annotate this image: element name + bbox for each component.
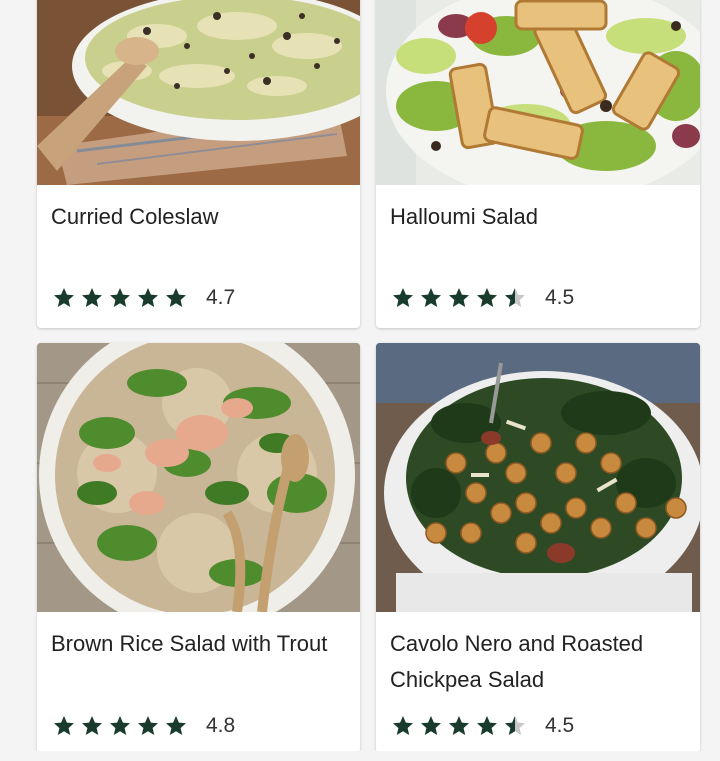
star-rating	[52, 286, 192, 310]
star-full-icon	[421, 716, 441, 735]
star-full-icon	[449, 288, 469, 307]
star-full-icon	[421, 288, 441, 307]
recipe-card-brown-rice-salad-with-trout[interactable]: Brown Rice Salad with Trout 4.8	[37, 343, 360, 753]
star-full-icon	[138, 716, 158, 735]
rating-value: 4.5	[545, 286, 575, 309]
star-full-icon	[138, 288, 158, 307]
rating-value: 4.5	[545, 714, 575, 737]
rating-value: 4.8	[206, 714, 236, 737]
star-full-icon	[82, 288, 102, 307]
star-rating	[391, 286, 531, 310]
rice-trout-salad-photo[interactable]	[37, 343, 360, 612]
star-full-icon	[393, 716, 413, 735]
star-full-icon	[477, 288, 497, 307]
star-half-icon	[505, 288, 525, 307]
star-full-icon	[82, 716, 102, 735]
rating-value: 4.7	[206, 286, 236, 309]
rating-row: 4.7	[52, 284, 235, 312]
star-full-icon	[477, 716, 497, 735]
recipe-card-halloumi-salad[interactable]: Halloumi Salad 4.5	[376, 0, 700, 328]
rating-row: 4.5	[391, 284, 574, 312]
recipe-title[interactable]: Curried Coleslaw	[51, 199, 346, 235]
star-full-icon	[54, 288, 74, 307]
star-full-icon	[166, 716, 186, 735]
rating-row: 4.8	[52, 712, 235, 740]
page-bottom-edge	[0, 751, 720, 761]
chickpea-kale-salad-photo[interactable]	[376, 343, 700, 612]
recipe-title[interactable]: Brown Rice Salad with Trout	[51, 626, 346, 662]
recipe-card-curried-coleslaw[interactable]: Curried Coleslaw 4.7	[37, 0, 360, 328]
recipe-card-cavolo-nero-chickpea-salad[interactable]: Cavolo Nero and Roasted Chickpea Salad 4…	[376, 343, 700, 753]
star-full-icon	[393, 288, 413, 307]
recipe-grid: Curried Coleslaw 4.7 Halloumi Salad 4.5 …	[0, 0, 720, 761]
star-full-icon	[166, 288, 186, 307]
star-full-icon	[449, 716, 469, 735]
star-half-icon	[505, 716, 525, 735]
star-full-icon	[54, 716, 74, 735]
recipe-title[interactable]: Halloumi Salad	[390, 199, 686, 235]
star-full-icon	[110, 288, 130, 307]
rating-row: 4.5	[391, 712, 574, 740]
halloumi-salad-photo[interactable]	[376, 0, 700, 185]
star-full-icon	[110, 716, 130, 735]
star-rating	[52, 714, 192, 738]
recipe-title[interactable]: Cavolo Nero and Roasted Chickpea Salad	[390, 626, 686, 698]
star-rating	[391, 714, 531, 738]
coleslaw-photo[interactable]	[37, 0, 360, 185]
